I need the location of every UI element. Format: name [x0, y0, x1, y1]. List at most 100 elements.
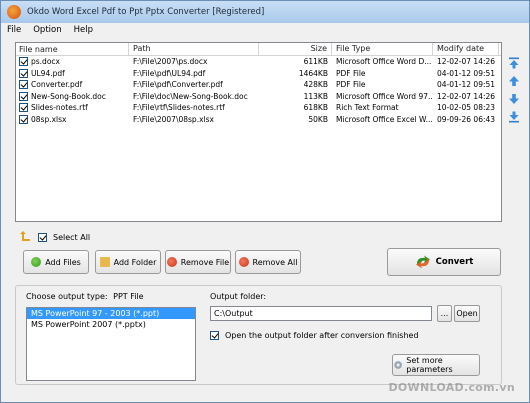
file-list[interactable]: File name Path Size File Type Modify dat…	[15, 42, 502, 222]
output-folder-input[interactable]: C:\Output	[210, 306, 432, 321]
move-down-icon[interactable]	[508, 93, 520, 105]
file-path-cell: F:\File\2007\ps.docx	[133, 57, 208, 67]
window-title: Okdo Word Excel Pdf to Ppt Pptx Converte…	[27, 7, 265, 17]
file-date-cell: 04-01-12 09:51	[437, 68, 496, 78]
app-logo-icon	[7, 5, 21, 19]
remove-file-button[interactable]: Remove File	[165, 250, 231, 274]
file-row[interactable]: New-Song-Book.doc F:\File\doc\New-Song-Bo…	[16, 91, 501, 103]
file-size-cell: 113KB	[303, 91, 328, 101]
file-date-cell: 09-09-26 06:43	[437, 114, 496, 124]
reorder-buttons	[508, 57, 522, 129]
file-date-cell: 04-01-12 09:51	[437, 80, 496, 90]
file-name-text: New-Song-Book.doc	[31, 91, 106, 101]
up-folder-icon[interactable]	[18, 231, 32, 243]
file-list-header: File name Path Size File Type Modify dat…	[16, 43, 501, 56]
file-size-cell: 618KB	[303, 103, 328, 113]
file-checkbox[interactable]	[19, 80, 28, 90]
file-name-cell: Slides-notes.rtf	[16, 103, 129, 113]
folder-icon	[99, 257, 110, 267]
file-row[interactable]: Converter.pdf F:\File\pdf\Converter.pdf 42…	[16, 79, 501, 91]
remove-all-button[interactable]: Remove All	[235, 250, 301, 274]
output-options-group: Choose output type: PPT File MS PowerPoi…	[15, 285, 502, 385]
file-date-cell: 12-02-07 14:26	[437, 91, 496, 101]
open-folder-button[interactable]: Open	[454, 305, 480, 322]
file-size-cell: 611KB	[303, 57, 328, 67]
file-path-cell: F:\File\rtf\Slides-notes.rtf	[133, 103, 225, 113]
file-type-cell: PDF File	[336, 68, 366, 78]
open-after-row: Open the output folder after conversion …	[210, 331, 419, 340]
remove-all-label: Remove All	[252, 257, 298, 267]
column-header-path[interactable]: Path	[129, 43, 259, 55]
file-type-cell: Microsoft Office Word D...	[336, 57, 432, 67]
set-parameters-label: Set more parameters	[406, 356, 453, 374]
menu-file[interactable]: File	[1, 25, 27, 35]
file-type-cell: Microsoft Office Excel W...	[336, 114, 433, 124]
select-all-row: Select All	[18, 231, 90, 243]
output-folder-label: Output folder:	[210, 292, 267, 301]
file-date-cell: 10-02-05 08:23	[437, 103, 496, 113]
file-checkbox[interactable]	[19, 91, 28, 101]
menu-help[interactable]: Help	[68, 25, 99, 35]
file-checkbox[interactable]	[19, 103, 28, 113]
file-checkbox[interactable]	[19, 68, 28, 78]
file-row[interactable]: Slides-notes.rtf F:\File\rtf\Slides-notes…	[16, 102, 501, 114]
file-row[interactable]: UL94.pdf F:\File\pdf\UL94.pdf 1464KB PDF Fi…	[16, 68, 501, 80]
move-top-icon[interactable]	[508, 57, 520, 69]
add-folder-label: Add Folder	[113, 257, 157, 267]
title-bar: Okdo Word Excel Pdf to Ppt Pptx Converte…	[1, 1, 529, 23]
file-size-cell: 1464KB	[298, 68, 328, 78]
open-after-label: Open the output folder after conversion …	[225, 331, 419, 340]
add-icon	[31, 257, 42, 267]
set-parameters-button[interactable]: Set more parameters	[392, 354, 480, 376]
file-row[interactable]: ps.docx F:\File\2007\ps.docx 611KB Microsof…	[16, 56, 501, 68]
select-all-checkbox[interactable]	[38, 232, 47, 242]
convert-label: Convert	[435, 257, 474, 267]
file-name-cell: UL94.pdf	[16, 68, 129, 78]
file-checkbox[interactable]	[19, 57, 28, 67]
file-size-cell: 50KB	[308, 114, 328, 124]
move-bottom-icon[interactable]	[508, 111, 520, 123]
open-after-checkbox[interactable]	[210, 331, 219, 340]
file-type-cell: Microsoft Office Word 97...	[336, 91, 433, 101]
file-name-cell: Converter.pdf	[16, 80, 129, 90]
file-name-cell: ps.docx	[16, 57, 129, 67]
file-date-cell: 12-02-07 14:26	[437, 57, 496, 67]
file-name-text: 08sp.xlsx	[31, 114, 67, 124]
file-type-cell: Rich Text Format	[336, 103, 399, 113]
output-type-label: Choose output type: PPT File	[26, 292, 144, 301]
remove-icon	[166, 257, 177, 267]
move-up-icon[interactable]	[508, 75, 520, 87]
file-path-cell: F:\File\pdf\Converter.pdf	[133, 80, 223, 90]
settings-icon	[394, 361, 402, 369]
menu-bar: File Option Help	[1, 23, 529, 37]
file-name-text: Converter.pdf	[31, 80, 83, 90]
file-name-cell: New-Song-Book.doc	[16, 91, 129, 101]
add-folder-button[interactable]: Add Folder	[95, 250, 161, 274]
output-type-caption: Choose output type:	[26, 292, 108, 301]
file-size-cell: 428KB	[303, 80, 328, 90]
watermark-logo: DOWNLOAD.com.vn	[388, 381, 515, 394]
output-type-ppt[interactable]: MS PowerPoint 97 - 2003 (*.ppt)	[27, 308, 195, 319]
file-path-cell: F:\File\doc\New-Song-Book.doc	[133, 91, 248, 101]
remove-all-icon	[238, 257, 249, 267]
output-type-pptx[interactable]: MS PowerPoint 2007 (*.pptx)	[27, 319, 195, 330]
add-files-button[interactable]: Add Files	[23, 250, 89, 274]
file-checkbox[interactable]	[19, 114, 28, 124]
app-window: Okdo Word Excel Pdf to Ppt Pptx Converte…	[0, 0, 530, 403]
convert-button[interactable]: Convert	[387, 248, 501, 276]
remove-file-label: Remove File	[180, 257, 230, 267]
output-type-list[interactable]: MS PowerPoint 97 - 2003 (*.ppt) MS Power…	[26, 307, 196, 381]
output-type-value: PPT File	[113, 292, 144, 301]
file-type-cell: PDF File	[336, 80, 366, 90]
browse-button[interactable]: ...	[437, 305, 452, 322]
convert-icon	[415, 255, 430, 269]
file-row[interactable]: 08sp.xlsx F:\File\2007\08sp.xlsx 50KB Micro…	[16, 114, 501, 126]
menu-option[interactable]: Option	[27, 25, 67, 35]
column-header-size[interactable]: Size	[259, 43, 332, 55]
file-name-text: Slides-notes.rtf	[31, 103, 88, 113]
column-header-file-name[interactable]: File name	[16, 43, 129, 55]
file-name-text: UL94.pdf	[31, 68, 65, 78]
file-name-text: ps.docx	[31, 57, 60, 67]
column-header-modify-date[interactable]: Modify date	[433, 43, 499, 55]
column-header-file-type[interactable]: File Type	[332, 43, 433, 55]
